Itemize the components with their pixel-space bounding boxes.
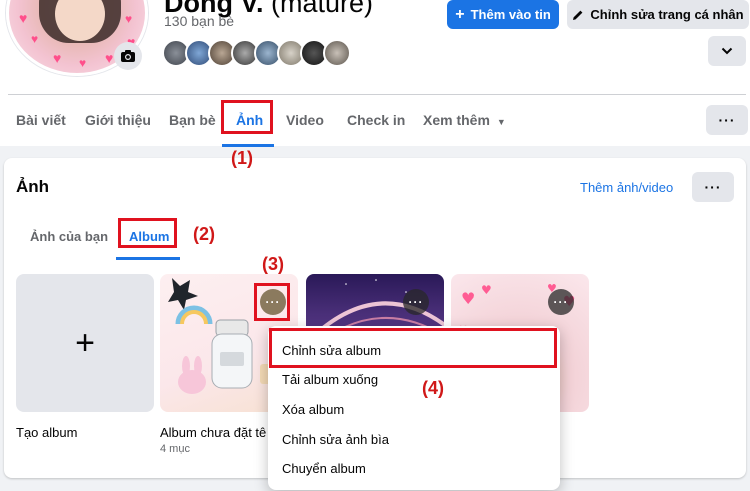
album-item-count: 4 mục xyxy=(160,443,190,455)
menu-item-delete-album[interactable]: Xóa album xyxy=(282,402,344,417)
heart-sticker-icon: ♥ xyxy=(53,50,62,66)
chevron-down-icon xyxy=(721,47,733,55)
svg-text:♥: ♥ xyxy=(481,283,492,297)
profile-nickname: (mature) xyxy=(271,0,374,18)
edit-profile-label: Chỉnh sửa trang cá nhân xyxy=(590,7,744,22)
profile-header: ♥ ♥ ♥ ♥ ♥ ♥ ♥ Dong V. (mature) 130 bạn b… xyxy=(0,0,750,146)
profile-tab-bar: Bài viết Giới thiệu Bạn bè Ảnh Video Che… xyxy=(0,96,700,146)
pencil-icon xyxy=(573,10,583,20)
profile-options-chevron-button[interactable] xyxy=(708,36,746,66)
annotation-box-photos-tab xyxy=(221,100,273,134)
photos-options-button[interactable]: ··· xyxy=(692,172,734,202)
profile-more-options-button[interactable]: ··· xyxy=(706,105,748,135)
album-options-button[interactable]: ··· xyxy=(548,289,574,315)
annotation-box-album-subtab xyxy=(118,218,177,248)
tab-video[interactable]: Video xyxy=(286,96,324,144)
annotation-box-album-options xyxy=(254,283,290,321)
tab-friends[interactable]: Bạn bè xyxy=(169,96,216,144)
tab-more-label: Xem thêm xyxy=(423,112,490,128)
heart-sticker-icon: ♥ xyxy=(79,56,87,70)
tab-more[interactable]: Xem thêm ▼ xyxy=(423,96,506,144)
caret-down-icon: ▼ xyxy=(496,117,506,127)
tab-posts[interactable]: Bài viết xyxy=(16,96,66,144)
heart-sticker-icon: ♥ xyxy=(125,12,133,26)
tab-about[interactable]: Giới thiệu xyxy=(85,96,151,144)
header-divider xyxy=(8,94,746,95)
friend-avatar[interactable] xyxy=(323,39,351,67)
active-tab-indicator xyxy=(222,144,274,147)
tab-checkin[interactable]: Check in xyxy=(347,96,405,144)
album-name[interactable]: Album chưa đặt tê xyxy=(160,425,266,440)
annotation-label: (4) xyxy=(422,378,444,398)
plus-icon: + xyxy=(75,323,95,362)
photos-section-title: Ảnh xyxy=(16,177,50,196)
add-photo-video-link[interactable]: Thêm ảnh/video xyxy=(580,180,673,195)
edit-profile-button[interactable]: Chỉnh sửa trang cá nhân xyxy=(567,0,749,29)
annotation-label: (3) xyxy=(262,254,284,274)
create-album-label[interactable]: Tạo album xyxy=(16,425,77,440)
active-subtab-indicator xyxy=(116,257,180,260)
annotation-label: (1) xyxy=(231,148,253,168)
add-story-button[interactable]: + Thêm vào tin xyxy=(447,0,559,29)
album-options-button[interactable]: ··· xyxy=(403,289,429,315)
plus-icon: + xyxy=(455,5,465,23)
annotation-box-edit-album xyxy=(269,328,557,368)
svg-text:♥: ♥ xyxy=(461,289,475,308)
create-album-tile[interactable]: + xyxy=(16,274,154,412)
menu-item-edit-cover[interactable]: Chỉnh sửa ảnh bìa xyxy=(282,432,389,447)
add-story-label: Thêm vào tin xyxy=(470,7,551,22)
change-avatar-camera-icon[interactable] xyxy=(114,42,142,70)
friend-count[interactable]: 130 bạn bè xyxy=(164,13,234,29)
friend-avatar-list xyxy=(162,39,351,67)
subtab-your-photos[interactable]: Ảnh của bạn xyxy=(30,229,108,244)
heart-sticker-icon: ♥ xyxy=(19,10,28,26)
menu-item-move-album[interactable]: Chuyển album xyxy=(282,461,366,476)
annotation-label: (2) xyxy=(193,224,215,244)
menu-item-download-album[interactable]: Tải album xuống xyxy=(282,372,378,387)
heart-sticker-icon: ♥ xyxy=(105,50,114,66)
heart-sticker-icon: ♥ xyxy=(31,32,39,46)
